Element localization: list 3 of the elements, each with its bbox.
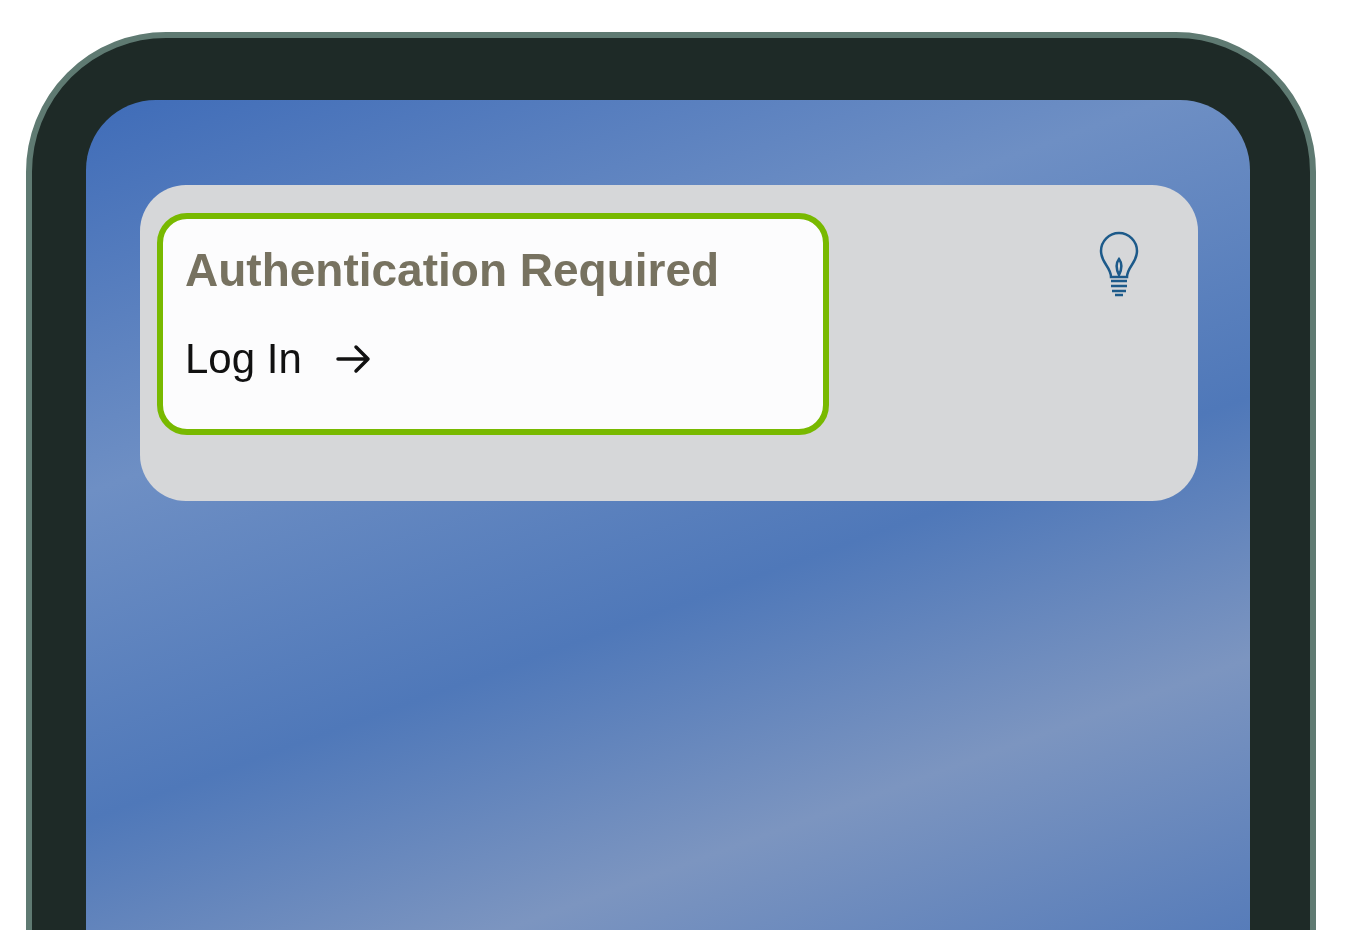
lightbulb-icon xyxy=(1098,231,1140,299)
notice-title: Authentication Required xyxy=(185,243,721,297)
login-link[interactable]: Log In xyxy=(185,335,374,383)
